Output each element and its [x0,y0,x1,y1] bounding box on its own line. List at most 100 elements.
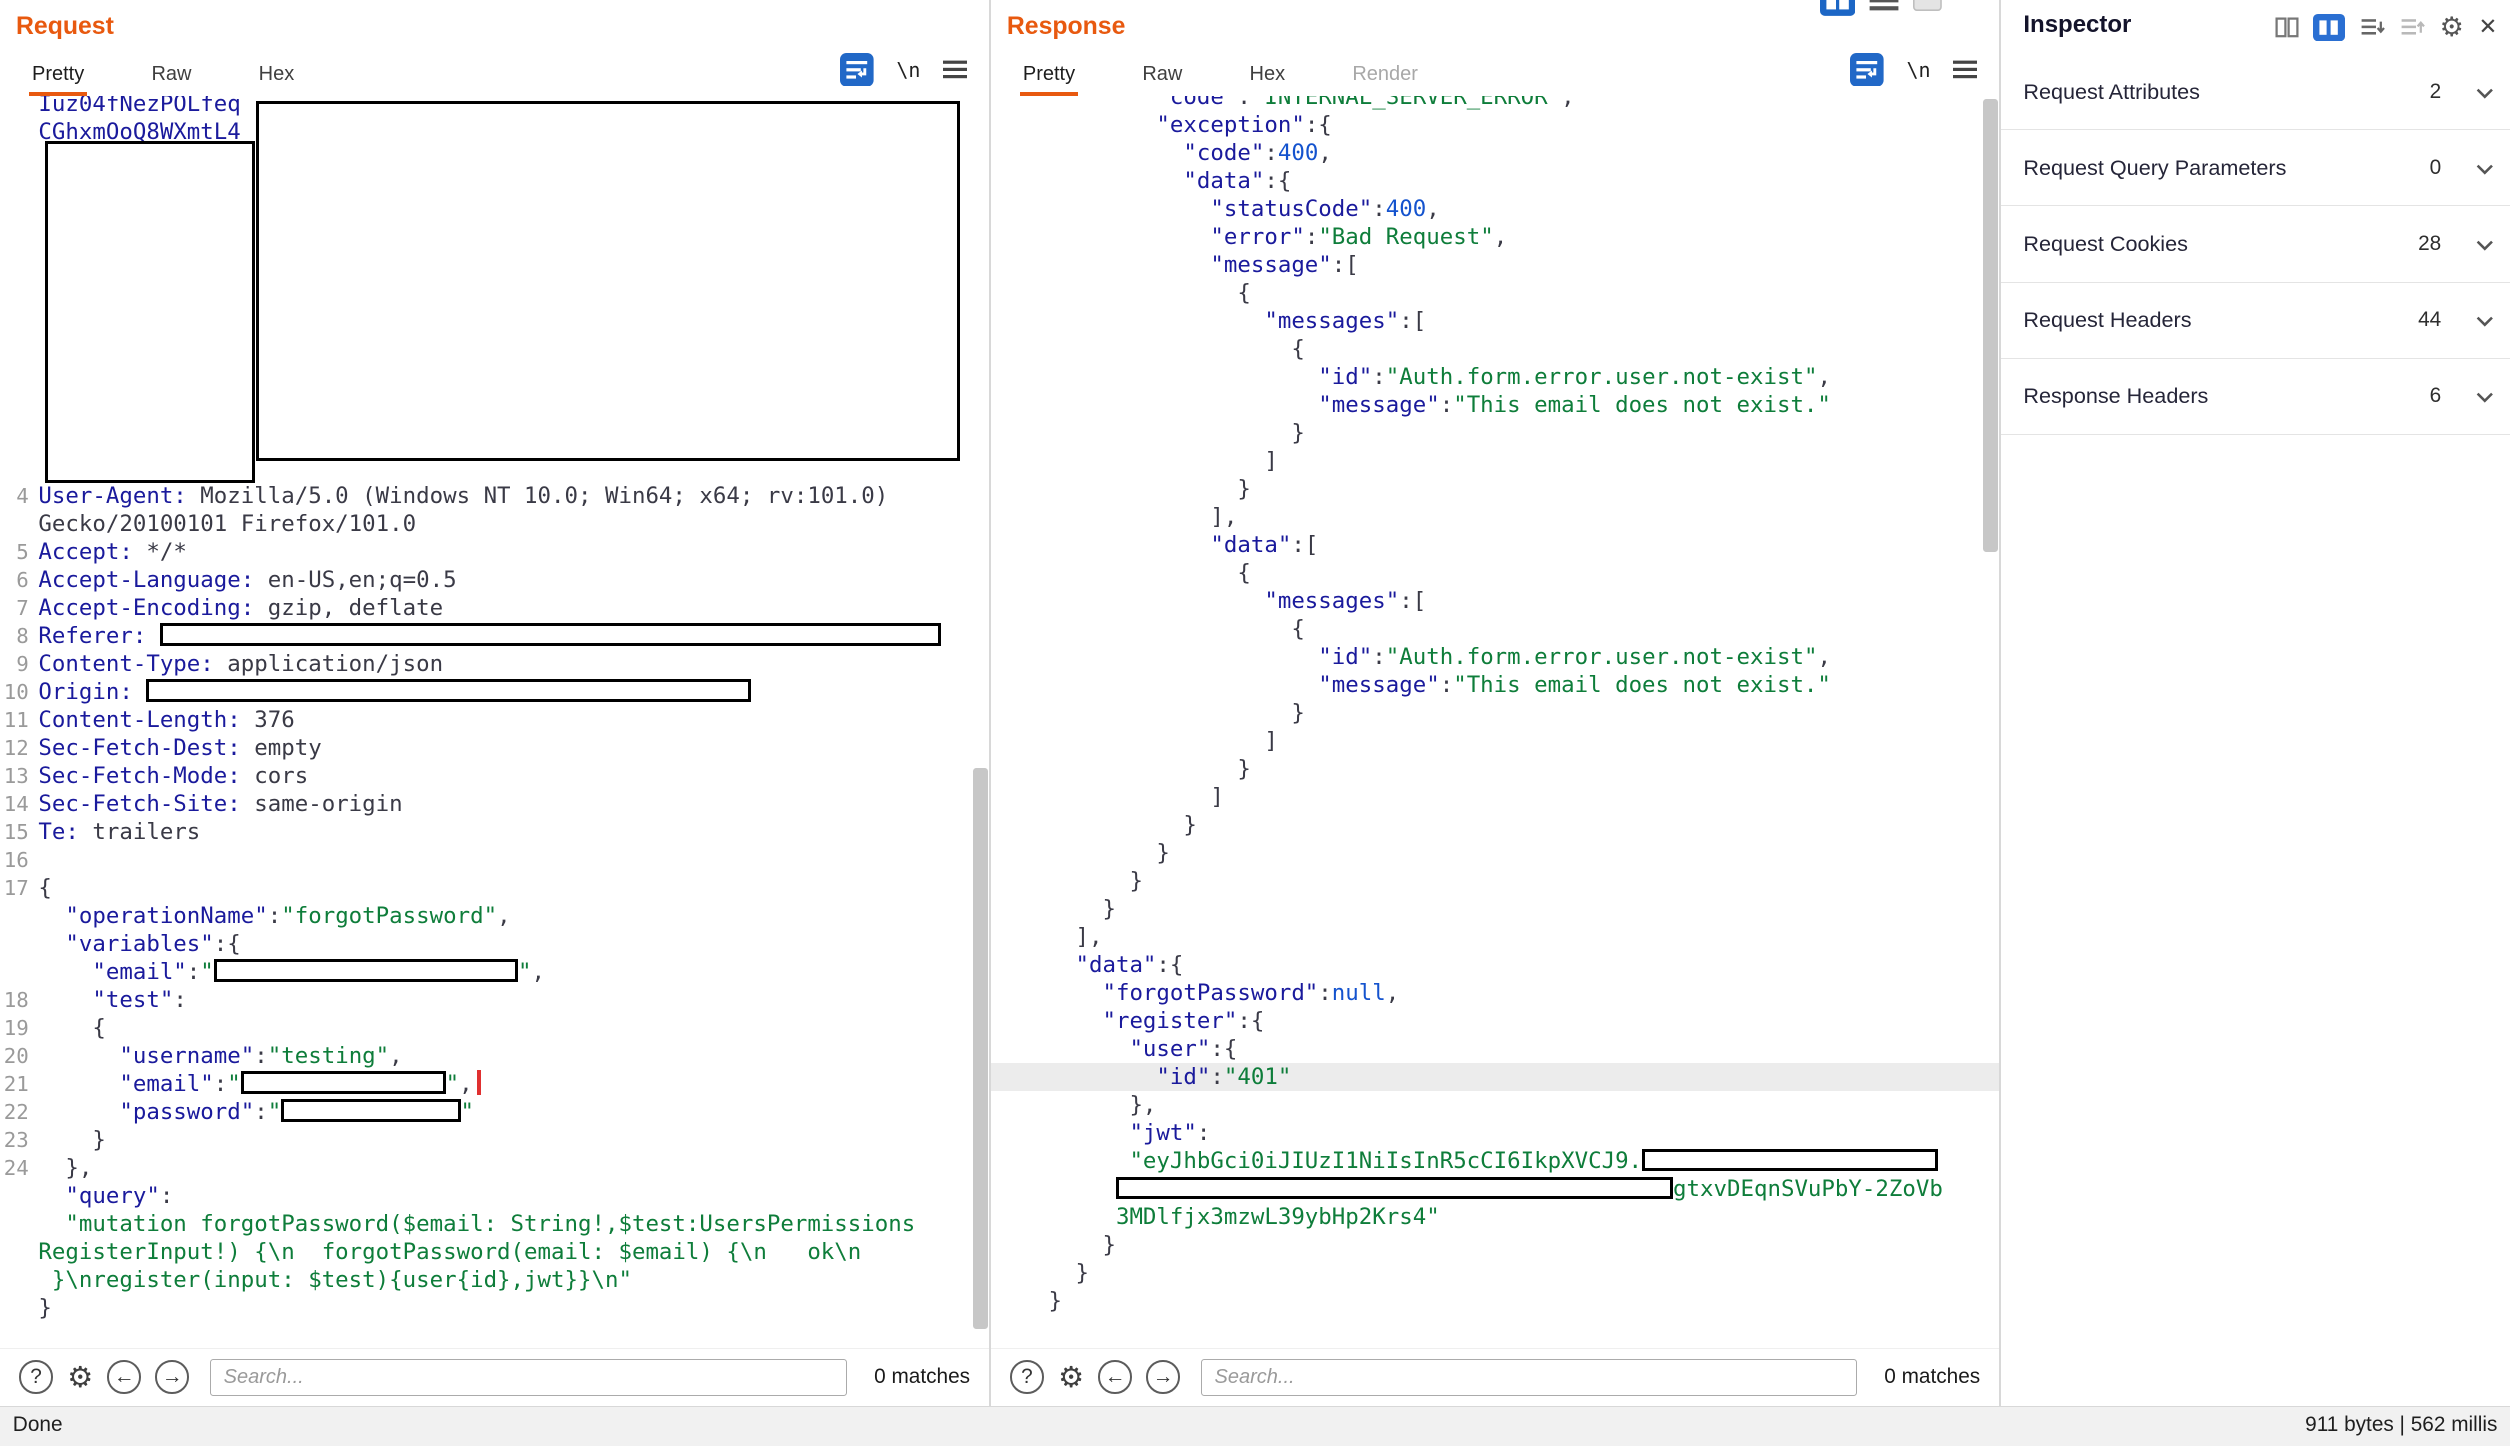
tab-pretty[interactable]: Pretty [1020,63,1079,96]
code-row: "variables":{ [0,930,989,958]
redaction-box [281,1099,460,1121]
word-wrap-icon[interactable] [840,53,874,87]
vertical-scrollbar[interactable] [973,768,987,1328]
code-row: } [991,839,2000,867]
line-number [0,398,38,426]
text-caret [477,1070,480,1096]
code-row: "register":{ [991,1007,2000,1035]
next-match-button[interactable]: → [155,1360,189,1394]
code-row: 15Te: trailers [0,818,989,846]
search-input[interactable] [210,1359,847,1396]
word-wrap-icon[interactable] [1850,53,1884,87]
line-number [0,958,38,986]
inspector-section-request-headers[interactable]: Request Headers44 [2001,283,2510,359]
redaction-box [1116,1177,1673,1199]
expand-all-icon[interactable] [2360,16,2386,38]
panes: Request Pretty Raw Hex \n Iuz04fNezPOLfeqC… [0,0,2510,1406]
code-row: 19 { [0,1014,989,1042]
prev-match-button[interactable]: ← [107,1360,141,1394]
code-row: "messages":[ [991,587,2000,615]
redaction-box [241,1071,446,1093]
response-editor[interactable]: "code":"INTERNAL_SERVER_ERROR", "excepti… [991,96,2000,1348]
code-row: "message":"This email does not exist." [991,391,2000,419]
tab-hex[interactable]: Hex [255,63,297,96]
redaction-box [256,101,960,461]
newline-toggle-button[interactable]: \n [896,58,920,82]
help-icon[interactable]: ? [1010,1360,1044,1394]
tab-hex[interactable]: Hex [1246,63,1288,96]
editor-menu-icon[interactable] [1953,59,1977,80]
layout-columns-icon[interactable] [1820,0,1855,23]
newline-toggle-button[interactable]: \n [1906,58,1930,82]
request-editor-tools: \n [840,53,967,87]
response-search-bar: ? ⚙ ← → 0 matches [991,1348,2000,1406]
next-match-button[interactable]: → [1146,1360,1180,1394]
layout-single-icon[interactable] [1913,0,1942,18]
prev-match-button[interactable]: ← [1098,1360,1132,1394]
line-number [0,314,38,342]
section-count-badge: 44 [2418,308,2441,332]
status-bar: Done 911 bytes | 562 millis [0,1406,2510,1446]
line-number [0,146,38,174]
code-row: "code":"INTERNAL_SERVER_ERROR", [991,96,2000,111]
request-pane: Request Pretty Raw Hex \n Iuz04fNezPOLfeqC… [0,0,989,1406]
chevron-down-icon[interactable] [2476,77,2494,106]
section-label: Response Headers [2023,383,2208,409]
chevron-down-icon[interactable] [2476,230,2494,259]
code-row: 11Content-Length: 376 [0,706,989,734]
help-icon[interactable]: ? [19,1360,53,1394]
chevron-down-icon[interactable] [2476,306,2494,335]
section-label: Request Attributes [2023,79,2200,105]
code-row: "email":"", [0,958,989,986]
line-number [0,370,38,398]
layout-menu-icon[interactable] [1868,0,1900,20]
line-number: 16 [0,846,38,874]
code-row: gtxvDEqnSVuPbY-2ZoVb [991,1175,2000,1203]
code-row: } [991,755,2000,783]
gear-icon[interactable]: ⚙ [2440,11,2464,43]
inspector-section-response-headers[interactable]: Response Headers6 [2001,359,2510,435]
code-row: "message":[ [991,251,2000,279]
status-text: Done [13,1413,63,1437]
code-row: ], [991,923,2000,951]
vertical-scrollbar[interactable] [1983,99,1997,552]
inspector-section-request-attributes[interactable]: Request Attributes2 [2001,54,2510,130]
code-row: 9Content-Type: application/json [0,650,989,678]
code-row: { [991,615,2000,643]
chevron-down-icon[interactable] [2476,382,2494,411]
section-label: Request Query Parameters [2023,155,2286,181]
inspector-section-request-query-parameters[interactable]: Request Query Parameters0 [2001,130,2510,206]
inspector-section-request-cookies[interactable]: Request Cookies28 [2001,206,2510,282]
request-pane-header: Request Pretty Raw Hex \n [0,0,989,96]
collapse-all-icon[interactable] [2400,16,2426,38]
line-number: 12 [0,734,38,762]
close-icon[interactable]: ✕ [2478,14,2497,40]
request-editor[interactable]: Iuz04fNezPOLfeqCGhxmOoQ8WXmtL44User-Agen… [0,96,989,1348]
code-row: "data":{ [991,167,2000,195]
gear-icon[interactable]: ⚙ [1058,1360,1084,1395]
tab-raw[interactable]: Raw [1139,63,1185,96]
tab-pretty[interactable]: Pretty [29,63,88,96]
code-row: 20 "username":"testing", [0,1042,989,1070]
editor-menu-icon[interactable] [943,59,967,80]
line-number [0,930,38,958]
code-row: 8Referer: [0,622,989,650]
burp-message-viewer: Request Pretty Raw Hex \n Iuz04fNezPOLfeqC… [0,0,2510,1446]
request-title: Request [16,13,114,41]
search-input[interactable] [1201,1359,1857,1396]
tab-render[interactable]: Render [1349,63,1421,96]
code-row: "exception":{ [991,111,2000,139]
chevron-down-icon[interactable] [2476,153,2494,182]
columns-view-active-icon[interactable] [2313,14,2345,41]
line-number [0,1266,38,1294]
inspector-toolbar: ⚙ ✕ [2275,11,2497,43]
match-count: 0 matches [1884,1365,1980,1389]
code-row: } [991,811,2000,839]
columns-view-icon[interactable] [2275,17,2299,38]
tab-raw[interactable]: Raw [148,63,194,96]
inspector-title: Inspector [2023,11,2131,39]
code-row: "data":{ [991,951,2000,979]
code-row: 5Accept: */* [0,538,989,566]
gear-icon[interactable]: ⚙ [67,1360,93,1395]
code-row: { [991,559,2000,587]
